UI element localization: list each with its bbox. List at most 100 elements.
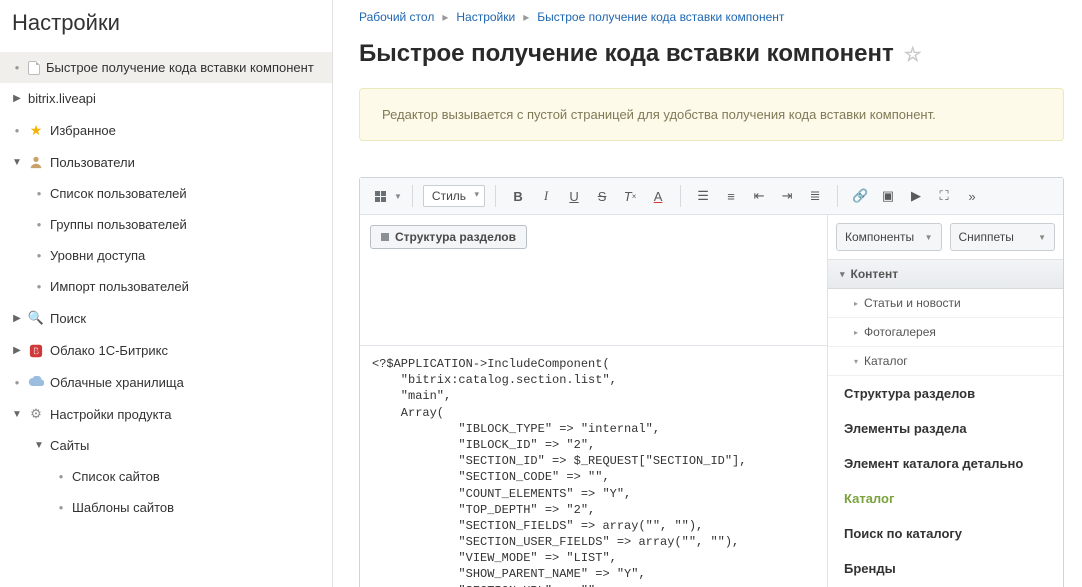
expand-icon: ▼ xyxy=(12,157,22,168)
panel-item[interactable]: Каталог xyxy=(828,481,1063,516)
sidebar-item-label: Сайты xyxy=(50,438,89,453)
sidebar-item-label: Импорт пользователей xyxy=(50,279,189,294)
underline-button[interactable]: U xyxy=(562,184,586,208)
sidebar-item[interactable]: ● Облачные хранилища xyxy=(0,366,332,398)
sidebar-item[interactable]: ●Группы пользователей xyxy=(0,209,332,240)
ordered-list-button[interactable]: ☰ xyxy=(691,184,715,208)
sidebar-item-label: Пользователи xyxy=(50,155,135,170)
sidebar-item-label: Уровни доступа xyxy=(50,248,145,263)
expand-icon: ▶ xyxy=(12,313,22,324)
expand-icon: ▼ xyxy=(12,409,22,420)
sidebar-item[interactable]: ▼ Сайты xyxy=(0,430,332,461)
clear-format-button[interactable]: T× xyxy=(618,184,642,208)
more-button[interactable]: » xyxy=(960,184,984,208)
bitrix-icon: 🅱 xyxy=(28,342,44,358)
info-notice: Редактор вызывается с пустой страницей д… xyxy=(359,88,1064,141)
page-title: Быстрое получение кода вставки компонент… xyxy=(359,32,1064,88)
sidebar-item[interactable]: ▶ 🔍 Поиск xyxy=(0,302,332,334)
italic-button[interactable]: I xyxy=(534,184,558,208)
panel-sub-catalog[interactable]: ▾Каталог xyxy=(828,347,1063,376)
bullet-icon: ● xyxy=(34,251,44,260)
editor-toolbar: ▼ Стиль B I U S T× A ☰ ≡ ⇤ xyxy=(360,178,1063,215)
components-panel: Компоненты▼ Сниппеты▼ ▾Контент ▸Статьи и… xyxy=(828,215,1063,587)
sidebar-item[interactable]: ● Список пользователей xyxy=(0,178,332,209)
panel-item[interactable]: Элементы раздела xyxy=(828,411,1063,446)
sidebar-item-label: Облачные хранилища xyxy=(50,375,184,390)
image-button[interactable]: ▣ xyxy=(876,184,900,208)
component-chip[interactable]: Структура разделов xyxy=(370,225,527,249)
gear-icon: ⚙ xyxy=(28,406,44,422)
sidebar-item-label: Шаблоны сайтов xyxy=(72,500,174,515)
video-button[interactable]: ▶ xyxy=(904,184,928,208)
sidebar-item[interactable]: ▼ Пользователи xyxy=(0,146,332,178)
sidebar-item[interactable]: ▶ 🅱 Облако 1С-Битрикс xyxy=(0,334,332,366)
component-chip-label: Структура разделов xyxy=(395,230,516,244)
bullet-icon: ● xyxy=(56,472,66,481)
sidebar-item-label: Список пользователей xyxy=(50,186,187,201)
panel-item[interactable]: Структура разделов xyxy=(828,376,1063,411)
bullet-icon: ● xyxy=(34,189,44,198)
style-select[interactable]: Стиль xyxy=(423,185,485,207)
sidebar-item[interactable]: ● Импорт пользователей xyxy=(0,271,332,302)
panel-item[interactable]: Элемент каталога детально xyxy=(828,446,1063,481)
sidebar-item[interactable]: ● Уровни доступа xyxy=(0,240,332,271)
sidebar-item[interactable]: ● Список сайтов xyxy=(0,461,332,492)
sidebar-item-label: bitrix.liveapi xyxy=(28,91,96,106)
layout-menu[interactable]: ▼ xyxy=(368,184,402,208)
page-icon xyxy=(28,61,40,75)
panel-section-content[interactable]: ▾Контент xyxy=(828,260,1063,289)
breadcrumb: Рабочий стол▸Настройки▸Быстрое получение… xyxy=(359,0,1064,32)
cloud-icon xyxy=(28,374,44,390)
breadcrumb-link[interactable]: Настройки xyxy=(456,10,515,24)
tab-snippets[interactable]: Сниппеты▼ xyxy=(950,223,1056,251)
align-button[interactable]: ≣ xyxy=(803,184,827,208)
sidebar-item-label: Настройки продукта xyxy=(50,407,172,422)
panel-sub-gallery[interactable]: ▸Фотогалерея xyxy=(828,318,1063,347)
breadcrumb-link[interactable]: Быстрое получение кода вставки компонент xyxy=(537,10,784,24)
editor: ▼ Стиль B I U S T× A ☰ ≡ ⇤ xyxy=(359,177,1064,587)
favorite-star-icon[interactable]: ☆ xyxy=(904,42,922,67)
outdent-button[interactable]: ⇤ xyxy=(747,184,771,208)
panel-item[interactable]: Бренды xyxy=(828,551,1063,586)
sidebar-item[interactable]: ● Шаблоны сайтов xyxy=(0,492,332,523)
canvas-visual-area[interactable]: Структура разделов xyxy=(360,215,827,345)
bullet-icon: ● xyxy=(34,220,44,229)
component-chip-icon xyxy=(381,233,389,241)
sidebar-item[interactable]: ● ★ Избранное xyxy=(0,114,332,146)
sidebar-item-label: Избранное xyxy=(50,123,116,138)
breadcrumb-link[interactable]: Рабочий стол xyxy=(359,10,434,24)
expand-icon: ▶ xyxy=(12,93,22,104)
user-icon xyxy=(28,154,44,170)
bullet-icon: ● xyxy=(34,282,44,291)
star-icon: ★ xyxy=(28,122,44,138)
page-title-text: Быстрое получение кода вставки компонент xyxy=(359,40,894,68)
bullet-icon: ● xyxy=(12,378,22,387)
strike-button[interactable]: S xyxy=(590,184,614,208)
tab-components[interactable]: Компоненты▼ xyxy=(836,223,942,251)
sidebar-item[interactable]: ▶ bitrix.liveapi xyxy=(0,83,332,114)
sidebar-item-label: Список сайтов xyxy=(72,469,160,484)
sidebar-item-label: Поиск xyxy=(50,311,86,326)
editor-canvas: Структура разделов <?$APPLICATION->Inclu… xyxy=(360,215,828,587)
bold-button[interactable]: B xyxy=(506,184,530,208)
bullet-icon: ● xyxy=(12,63,22,72)
expand-icon: ▶ xyxy=(12,345,22,356)
sidebar-item[interactable]: ▼ ⚙ Настройки продукта xyxy=(0,398,332,430)
fullscreen-button[interactable]: ⛶ xyxy=(932,184,956,208)
bullet-icon: ● xyxy=(56,503,66,512)
panel-sub-articles[interactable]: ▸Статьи и новости xyxy=(828,289,1063,318)
sidebar-item[interactable]: ● Быстрое получение кода вставки компонен… xyxy=(0,52,332,83)
search-icon: 🔍 xyxy=(28,310,44,326)
bullet-icon: ● xyxy=(12,126,22,135)
font-color-button[interactable]: A xyxy=(646,184,670,208)
sidebar-item-label: Облако 1С-Битрикс xyxy=(50,343,168,358)
code-view[interactable]: <?$APPLICATION->IncludeComponent( "bitri… xyxy=(360,345,827,587)
sidebar: Настройки ● Быстрое получение кода вставк… xyxy=(0,0,333,587)
expand-icon: ▼ xyxy=(34,440,44,451)
sidebar-item-label: Быстрое получение кода вставки компонент xyxy=(46,60,314,75)
unordered-list-button[interactable]: ≡ xyxy=(719,184,743,208)
indent-button[interactable]: ⇥ xyxy=(775,184,799,208)
sidebar-title: Настройки xyxy=(0,0,332,52)
link-button[interactable]: 🔗 xyxy=(848,184,872,208)
panel-item[interactable]: Поиск по каталогу xyxy=(828,516,1063,551)
